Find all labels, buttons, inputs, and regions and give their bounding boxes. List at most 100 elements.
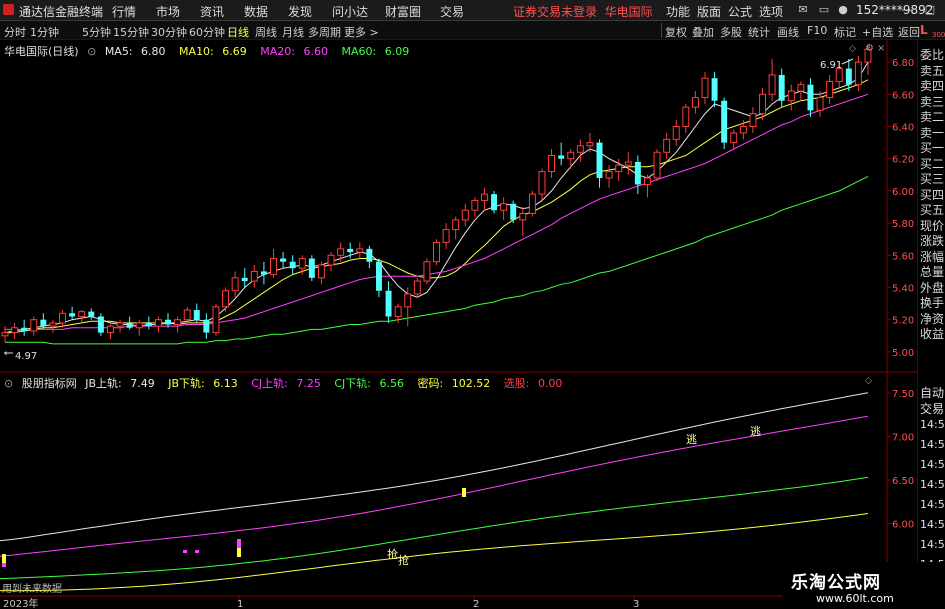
close-icon[interactable]: × xyxy=(877,43,885,54)
menu-wealth[interactable]: 财富圈 xyxy=(385,3,421,20)
tool-f10[interactable]: F10 xyxy=(807,24,827,37)
menu-data[interactable]: 数据 xyxy=(244,3,268,20)
buy-signal: 抢 xyxy=(387,547,398,561)
indicator-diamond-icon[interactable]: ◇ xyxy=(865,376,872,386)
menu-trade[interactable]: 交易 xyxy=(440,3,464,20)
candle-body-up xyxy=(212,306,220,334)
candle-body-up xyxy=(11,327,19,334)
jb-upper-legend: JB上轨: 7.49 xyxy=(85,377,160,390)
period-tab-1min[interactable]: 1分钟 xyxy=(30,24,59,40)
candle-body-up xyxy=(500,203,508,211)
quote-field-label: 涨跌 xyxy=(920,234,945,248)
quote-field-label: 卖三 xyxy=(920,94,945,109)
quote-field-label: 买四 xyxy=(920,187,945,202)
candle-body-up xyxy=(183,309,191,321)
menu-layout[interactable]: 版面 xyxy=(697,3,721,20)
password-legend: 密码: 102.52 xyxy=(418,377,496,390)
auto-trade-label: 自动 xyxy=(920,386,945,400)
period-tab-multi[interactable]: 多周期 xyxy=(308,24,341,40)
tool-statistics[interactable]: 统计 xyxy=(748,24,770,40)
restore-icon[interactable]: ▭ xyxy=(816,2,832,18)
candle-body-down xyxy=(289,261,296,269)
chart-area[interactable]: 6.80 6.60 6.40 6.20 6.00 5.80 5.60 5.40 5.20 5.00… xyxy=(0,40,917,609)
y-tick-label: 6.80 xyxy=(892,58,914,69)
tool-draw-line[interactable]: 画线 xyxy=(777,24,799,40)
candle-body-up xyxy=(749,113,757,128)
quote-field-label: 卖五 xyxy=(920,63,945,78)
candle-body-up xyxy=(854,61,862,86)
main-chart-title[interactable]: 华电国际(日线) xyxy=(4,45,79,58)
period-tab-30min[interactable]: 30分钟 xyxy=(151,24,187,40)
escape-signal: 逃 xyxy=(686,433,697,446)
side-corner-label[interactable]: L xyxy=(920,23,928,37)
chevron-right-icon: > xyxy=(369,26,379,39)
ma5-value: 6.80 xyxy=(141,45,166,58)
candle-body-up xyxy=(154,319,162,327)
candle xyxy=(423,258,431,285)
tool-add-watchlist[interactable]: +自选 xyxy=(862,24,893,40)
app-logo-icon xyxy=(3,4,14,15)
watermark: 乐淘公式网 www.60lt.com xyxy=(783,562,945,609)
gear-icon[interactable]: ⚙ xyxy=(865,43,874,54)
tool-mark[interactable]: 标记 xyxy=(834,24,856,40)
menu-info[interactable]: 资讯 xyxy=(200,3,224,20)
candle-body-down xyxy=(280,258,287,262)
indicator-settings-icon[interactable]: ⊙ xyxy=(4,377,13,390)
quote-field-label: 买二 xyxy=(920,156,945,171)
menu-quotes[interactable]: 行情 xyxy=(112,3,136,20)
tool-restore-rights[interactable]: 复权 xyxy=(665,24,687,40)
period-tab-timeshare[interactable]: 分时 xyxy=(4,24,26,40)
menu-formula[interactable]: 公式 xyxy=(728,3,752,20)
quote-side-panel: L 300 委比 卖五 卖四 卖三 卖二 卖一 买一 买二 买三 买四 买五 现价 涨跌 涨幅 总量 外盘 换手… xyxy=(917,23,945,609)
period-tab-weekly[interactable]: 周线 xyxy=(255,24,277,40)
candle-body-up xyxy=(394,306,402,317)
ma20-legend: MA20: 6.60 xyxy=(260,45,333,58)
y-tick-label: 6.40 xyxy=(892,123,914,134)
tool-overlay[interactable]: 叠加 xyxy=(692,24,714,40)
minimize-icon[interactable]: — xyxy=(899,2,915,18)
quote-field-label: 卖二 xyxy=(920,110,945,124)
login-notice[interactable]: 证券交易未登录 华电国际 xyxy=(513,3,653,20)
candle xyxy=(433,239,440,265)
maximize-icon[interactable]: □ xyxy=(922,2,938,18)
login-notice-text: 证券交易未登录 xyxy=(513,5,598,19)
period-tab-more[interactable]: 更多 > xyxy=(344,24,379,40)
message-icon[interactable]: ✉ xyxy=(795,2,811,18)
period-tab-15min[interactable]: 15分钟 xyxy=(113,24,149,40)
ma20-value: 6.60 xyxy=(303,45,328,58)
menu-bar: 通达信金融终端 行情 市场 资讯 数据 发现 问小达 财富圈 交易 证券交易未登… xyxy=(0,0,945,21)
trade-time: 14:56 xyxy=(920,418,945,431)
candle-body-down xyxy=(260,271,267,275)
candle-body-up xyxy=(605,171,613,179)
quote-field-label: 现价 xyxy=(920,218,945,233)
cj-upper-value: 7.25 xyxy=(296,377,321,390)
period-tab-5min[interactable]: 5分钟 xyxy=(82,24,111,40)
candle-body-down xyxy=(165,319,171,325)
menu-discover[interactable]: 发现 xyxy=(288,3,312,20)
select-legend: 选股: 0.00 xyxy=(504,377,568,390)
menu-market[interactable]: 市场 xyxy=(156,3,180,20)
diamond-icon[interactable]: ◇ xyxy=(849,44,856,54)
tool-multi-stock[interactable]: 多股 xyxy=(720,24,742,40)
candle xyxy=(510,200,517,224)
candle-body-down xyxy=(711,78,718,101)
period-tab-60min[interactable]: 60分钟 xyxy=(189,24,225,40)
user-icon[interactable]: ● xyxy=(835,2,851,18)
indicator-dropdown-icon[interactable]: ⊙ xyxy=(87,45,96,58)
candle-body-up xyxy=(672,126,680,140)
indicator-title[interactable]: 股朋指标网 xyxy=(22,377,77,390)
period-tab-monthly[interactable]: 月线 xyxy=(282,24,304,40)
quote-field-label: 收益 xyxy=(920,327,945,341)
candle-body-up xyxy=(739,126,747,134)
candle-body-down xyxy=(241,277,248,282)
menu-function[interactable]: 功能 xyxy=(666,3,690,20)
side-corner-sub: 300 xyxy=(932,31,945,39)
candle-body-down xyxy=(145,322,152,327)
period-tab-daily[interactable]: 日线 xyxy=(227,24,249,40)
menu-ask[interactable]: 问小达 xyxy=(332,3,368,20)
menu-options[interactable]: 选项 xyxy=(759,3,783,20)
candle-body-up xyxy=(250,270,258,282)
watermark-url: www.60lt.com xyxy=(816,592,894,605)
tool-back[interactable]: 返回 xyxy=(898,24,920,40)
candle-body-down xyxy=(40,319,47,327)
